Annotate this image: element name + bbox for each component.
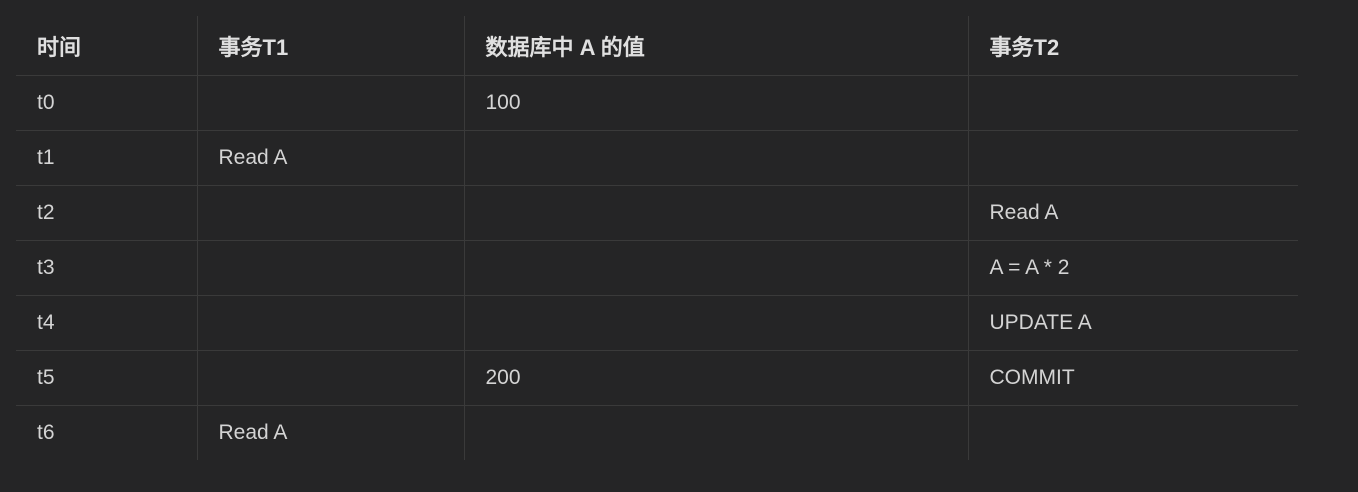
cell-db-value xyxy=(463,130,968,186)
cell-db-value xyxy=(463,240,968,296)
table-row: t3 A = A * 2 xyxy=(16,240,1298,296)
cell-t2: UPDATE A xyxy=(967,295,1298,351)
cell-t1: Read A xyxy=(196,130,464,186)
cell-t1 xyxy=(196,350,464,406)
cell-time: t3 xyxy=(16,240,197,296)
cell-t1 xyxy=(196,240,464,296)
cell-t2: A = A * 2 xyxy=(967,240,1298,296)
cell-db-value xyxy=(463,185,968,241)
cell-time: t4 xyxy=(16,295,197,351)
cell-db-value: 200 xyxy=(463,350,968,406)
cell-t1 xyxy=(196,295,464,351)
transaction-timeline-table: 时间 事务T1 数据库中 A 的值 事务T2 t0 100 t1 Read A … xyxy=(16,16,1298,460)
cell-time: t5 xyxy=(16,350,197,406)
table-row: t5 200 COMMIT xyxy=(16,350,1298,406)
table-row: t1 Read A xyxy=(16,130,1298,186)
cell-t1 xyxy=(196,185,464,241)
cell-t2 xyxy=(967,405,1298,460)
header-time: 时间 xyxy=(16,16,197,76)
cell-t1: Read A xyxy=(196,405,464,460)
cell-time: t2 xyxy=(16,185,197,241)
table-header: 时间 事务T1 数据库中 A 的值 事务T2 xyxy=(16,16,1298,76)
header-row: 时间 事务T1 数据库中 A 的值 事务T2 xyxy=(16,16,1298,76)
cell-time: t6 xyxy=(37,421,55,444)
cell-time: t0 xyxy=(16,75,197,131)
header-transaction-t2: 事务T2 xyxy=(967,16,1298,76)
cell-db-value: 100 xyxy=(463,75,968,131)
table-row: t2 Read A xyxy=(16,185,1298,241)
cell-t2 xyxy=(967,75,1298,131)
table-row: t4 UPDATE A xyxy=(16,295,1298,351)
cell-t1 xyxy=(196,75,464,131)
table-row: t6 Read A xyxy=(16,405,1298,460)
cell-t2 xyxy=(967,130,1298,186)
cell-t2: Read A xyxy=(967,185,1298,241)
header-db-value-a: 数据库中 A 的值 xyxy=(463,16,968,76)
cell-t2: COMMIT xyxy=(967,350,1298,406)
transaction-table-container: 时间 事务T1 数据库中 A 的值 事务T2 t0 100 t1 Read A … xyxy=(16,16,1298,460)
header-transaction-t1: 事务T1 xyxy=(196,16,464,76)
cell-db-value xyxy=(463,295,968,351)
table-body: t0 100 t1 Read A t2 Read A t3 A = A * 2 … xyxy=(16,75,1298,460)
table-row: t0 100 xyxy=(16,75,1298,131)
cell-db-value xyxy=(463,405,968,460)
cell-time: t1 xyxy=(16,130,197,186)
